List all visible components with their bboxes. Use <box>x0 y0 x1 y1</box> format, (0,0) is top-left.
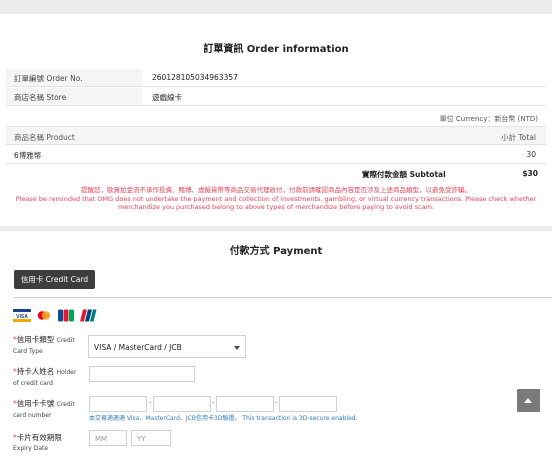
card-number-separator: - <box>212 399 215 407</box>
store-row: 商店名稱 Store 遊戲線卡 <box>6 88 546 106</box>
scroll-to-top-button[interactable] <box>517 389 540 412</box>
total-column-header: 小計 Total <box>501 133 536 142</box>
expiry-month-input[interactable]: MM <box>89 430 127 446</box>
table-row: 6博雅幣 30 <box>6 145 546 164</box>
warning-line-en-1: Please be reminded that OMG does not und… <box>15 194 537 203</box>
chevron-down-icon <box>234 346 240 350</box>
product-column-header: 商品名稱 Product <box>14 133 75 142</box>
svg-text:VISA: VISA <box>16 314 28 320</box>
subtotal-row: 實際付款金額 Subtotal $30 <box>6 165 546 182</box>
subtotal-label: 實際付款金額 Subtotal <box>362 170 446 179</box>
warning-line-zh: 提醒您，歐買尬金流不承作投資、賭博、虛擬貨幣等商品交易代理收付，付款前請確認商品… <box>81 186 471 194</box>
payment-title: 付款方式 Payment <box>229 246 323 257</box>
card-number-input-3[interactable] <box>216 396 274 412</box>
store-label: 商店名稱 Store <box>6 88 142 105</box>
card-type-label: *信用卡類型 Credit Card Type <box>13 335 75 355</box>
tab-divider <box>14 297 552 298</box>
product-name: 6博雅幣 <box>14 151 42 160</box>
3d-secure-note: 本交易適適適 Visa、MasterCard、JCB信用卡3D驗證。 This … <box>89 415 358 422</box>
expiry-year-input[interactable]: YY <box>131 430 171 446</box>
card-number-input-2[interactable] <box>153 396 211 412</box>
expiry-label: *卡片有效期限 Expiry Date <box>13 433 62 452</box>
jcb-icon <box>58 309 74 322</box>
order-title: 訂單資訊 Order information <box>203 44 349 55</box>
card-number-input-1[interactable] <box>89 396 147 412</box>
tab-credit-card[interactable]: 信用卡 Credit Card <box>14 270 95 289</box>
visa-icon: VISA <box>13 309 31 322</box>
unionpay-icon <box>80 309 97 322</box>
order-no-value: 260128105034963357 <box>152 73 238 82</box>
card-type-value: VISA / MasterCard / JCB <box>94 343 182 352</box>
payment-section: 付款方式 Payment 信用卡 Credit Card VISA *信用卡類型… <box>0 231 552 470</box>
card-number-separator: - <box>275 399 278 407</box>
product-total: 30 <box>526 150 536 159</box>
product-table-header: 商品名稱 Product 小計 Total <box>6 126 546 145</box>
order-no-label: 訂單編號 Order No. <box>6 69 142 86</box>
card-number-separator: - <box>149 399 152 407</box>
order-information-section: 訂單資訊 Order information 訂單編號 Order No. 26… <box>0 14 552 226</box>
card-number-input-4[interactable] <box>279 396 337 412</box>
holder-name-input[interactable] <box>89 366 195 382</box>
warning-line-en-2: merchandize you purchased belong to abov… <box>117 203 435 211</box>
holder-label: *持卡人姓名 Holder of credit card <box>13 367 77 387</box>
currency-unit: 單位 Currency：新台幣 (NTD) <box>439 115 538 123</box>
store-value: 遊戲線卡 <box>152 93 182 102</box>
card-number-label: *信用卡卡號 Credit card number <box>13 399 75 419</box>
subtotal-value: $30 <box>522 169 538 178</box>
card-type-select[interactable]: VISA / MasterCard / JCB <box>88 335 246 358</box>
scam-warning: 提醒您，歐買尬金流不承作投資、賭博、虛擬貨幣等商品交易代理收付，付款前請確認商品… <box>6 186 546 212</box>
mastercard-icon <box>35 309 53 322</box>
order-no-row: 訂單編號 Order No. 260128105034963357 <box>6 69 546 87</box>
